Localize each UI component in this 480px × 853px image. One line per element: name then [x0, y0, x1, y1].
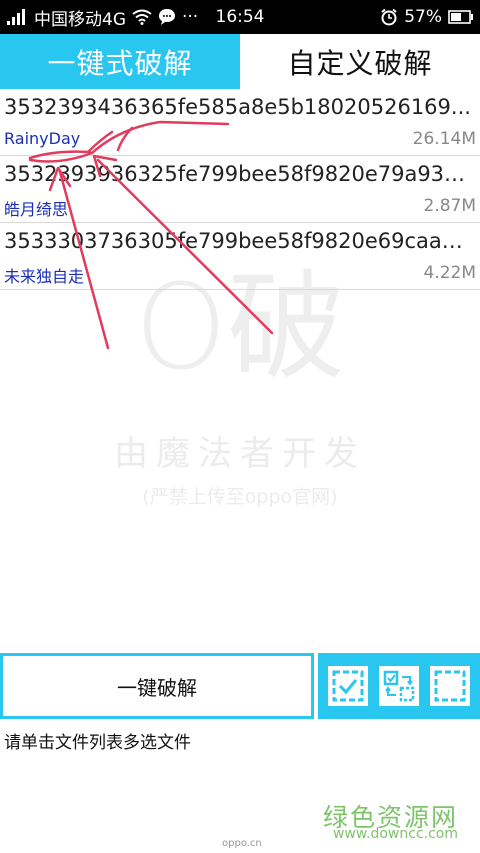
file-name: 3532393436365fe585a8e5b18020526169...: [4, 95, 471, 119]
file-list: 3532393436365fe585a8e5b18020526169... Ra…: [0, 89, 480, 290]
invert-selection-button[interactable]: [378, 666, 419, 706]
file-author: 未来独自走: [4, 267, 85, 286]
file-size: 4.22M: [423, 263, 476, 283]
file-name: 3532393936325fe799bee58f9820e79a93e...: [4, 162, 474, 186]
file-row[interactable]: 3532393436365fe585a8e5b18020526169... Ra…: [0, 89, 480, 156]
tab-bar: 一键式破解 自定义破解: [0, 34, 480, 89]
alarm-icon: [380, 8, 398, 26]
tiny-watermark: oppo.cn: [222, 838, 262, 849]
message-icon: [158, 8, 176, 26]
file-author: RainyDay: [4, 129, 81, 148]
file-row[interactable]: 3533303736305fe799bee58f9820e69caae... 未…: [0, 223, 480, 290]
selection-tools: [318, 653, 480, 719]
file-author: 皓月绮思: [4, 200, 69, 219]
site-watermark-url: www.downcc.com: [332, 826, 458, 842]
tab-custom-crack[interactable]: 自定义破解: [240, 34, 480, 89]
clear-selection-button[interactable]: [430, 666, 471, 706]
carrier-label: 中国移动4G: [34, 9, 126, 30]
one-click-crack-button[interactable]: 一键破解: [0, 653, 314, 719]
invert-selection-icon: [382, 669, 416, 703]
file-row[interactable]: 3532393936325fe799bee58f9820e79a93e... 皓…: [0, 156, 480, 223]
signal-icon: [6, 8, 28, 26]
file-name: 3533303736305fe799bee58f9820e69caae...: [4, 229, 474, 253]
status-bar: 中国移动4G ··· 16:54 57%: [0, 0, 480, 34]
action-bar: 一键破解: [0, 653, 480, 719]
battery-percent: 57%: [404, 7, 442, 27]
select-all-icon: [331, 669, 365, 703]
clear-selection-icon: [433, 669, 467, 703]
watermark-notice: (严禁上传至oppo官网): [142, 486, 338, 508]
more-notifications: ···: [182, 7, 199, 27]
file-size: 26.14M: [412, 129, 476, 149]
file-size: 2.87M: [423, 196, 476, 216]
wifi-icon: [132, 9, 152, 25]
hint-text: 请单击文件列表多选文件: [4, 733, 191, 753]
battery-icon: [448, 10, 474, 24]
select-all-button[interactable]: [327, 666, 368, 706]
watermark-developer: 由魔法者开发: [114, 434, 366, 474]
tab-one-click-crack[interactable]: 一键式破解: [0, 34, 240, 89]
